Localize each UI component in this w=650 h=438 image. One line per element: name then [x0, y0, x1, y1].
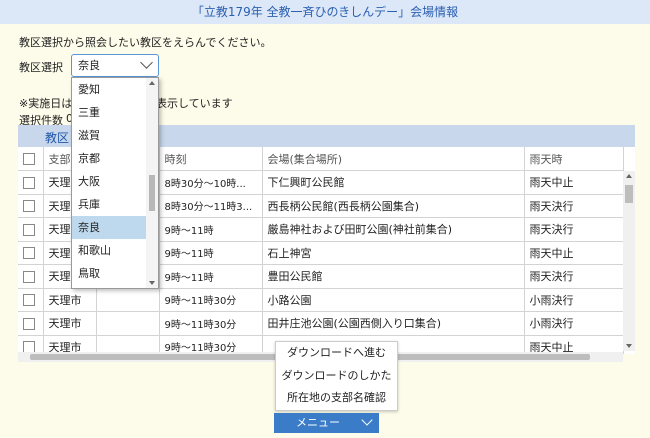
scroll-down-arrow-icon[interactable]	[149, 281, 155, 285]
district-select-value: 奈良	[78, 59, 100, 72]
cell-venue: 小路公園	[262, 288, 525, 312]
menu-button[interactable]: メニュー	[274, 413, 379, 433]
row-checkbox-cell[interactable]	[18, 217, 44, 242]
instruction-text: 教区選択から照会したい教区をえらんでください。	[19, 36, 272, 49]
dropdown-option-shiga[interactable]: 滋賀	[72, 124, 146, 147]
cell-rain: 小雨決行	[524, 288, 624, 312]
row-checkbox-cell[interactable]	[18, 288, 44, 312]
cell-time: 9時～11時	[159, 241, 263, 265]
row-checkbox[interactable]	[23, 176, 35, 189]
dropdown-option-mie[interactable]: 三重	[72, 101, 146, 124]
dropdown-scrollbar[interactable]	[146, 78, 158, 288]
row-checkbox[interactable]	[23, 270, 35, 283]
cell-blank	[96, 311, 160, 336]
table-row[interactable]: 天理市 9時～11時30分 小路公園 小雨決行	[18, 288, 624, 312]
row-checkbox-cell[interactable]	[18, 170, 44, 195]
row-checkbox-cell[interactable]	[18, 311, 44, 336]
menu-panel: ダウンロードへ進む ダウンロードのしかた 所在地の支部名確認	[275, 341, 398, 411]
cell-rain: 雨天決行	[524, 194, 624, 218]
menu-item-download-guide[interactable]: ダウンロードのしかた	[276, 365, 397, 388]
cell-rain: 雨天中止	[524, 241, 624, 265]
cell-time: 9時～11時	[159, 217, 263, 242]
cell-time: 9時～11時	[159, 264, 263, 289]
dropdown-option-osaka[interactable]: 大阪	[72, 170, 146, 193]
district-select-label: 教区選択	[19, 61, 63, 74]
row-checkbox[interactable]	[23, 294, 35, 307]
column-header-rain: 雨天時	[524, 147, 624, 171]
cell-time: 8時30分～11時3...	[159, 194, 263, 218]
row-checkbox[interactable]	[23, 247, 35, 260]
dropdown-option-tottori[interactable]: 鳥取	[72, 262, 146, 285]
menu-button-label: メニュー	[296, 416, 340, 429]
cell-rain: 小雨決行	[524, 311, 624, 336]
select-all-checkbox[interactable]	[23, 153, 35, 165]
scrollbar-thumb[interactable]	[149, 175, 155, 211]
cell-venue: 石上神宮	[262, 241, 525, 265]
dropdown-option-hyogo[interactable]: 兵庫	[72, 193, 146, 216]
note-text-end: 表示しています	[156, 97, 233, 110]
dropdown-option-aichi[interactable]: 愛知	[72, 78, 146, 101]
cell-branch: 天理市	[43, 311, 97, 336]
district-tab-label: 教区	[45, 131, 70, 145]
district-dropdown-list[interactable]: 愛知 三重 滋賀 京都 大阪 兵庫 奈良 和歌山 鳥取	[71, 77, 159, 289]
cell-venue: 下仁興町公民館	[262, 170, 525, 195]
column-header-venue: 会場(集合場所)	[262, 147, 525, 171]
chevron-down-icon	[140, 56, 153, 69]
dropdown-option-nara[interactable]: 奈良	[72, 216, 146, 239]
page-title: 「立教179年 全教一斉ひのきしんデー」会場情報	[191, 5, 459, 19]
scroll-down-arrow-icon[interactable]	[626, 344, 632, 348]
cell-time: 9時～11時30分	[159, 311, 263, 336]
cell-branch: 天理市	[43, 288, 97, 312]
note-text-start: ※実施日は	[19, 97, 73, 110]
table-vertical-scrollbar[interactable]	[623, 171, 635, 351]
select-all-checkbox-cell[interactable]	[18, 147, 44, 171]
row-checkbox[interactable]	[23, 200, 35, 213]
menu-item-branch-lookup[interactable]: 所在地の支部名確認	[276, 387, 397, 410]
cell-venue: 厳島神社および田町公園(神社前集合)	[262, 217, 525, 242]
cell-blank	[96, 288, 160, 312]
page-header: 「立教179年 全教一斉ひのきしんデー」会場情報	[0, 0, 650, 24]
scroll-up-arrow-icon[interactable]	[149, 81, 155, 85]
scroll-up-arrow-icon[interactable]	[626, 174, 632, 178]
cell-rain: 雨天中止	[524, 170, 624, 195]
column-header-time: 時刻	[159, 147, 263, 171]
scrollbar-thumb[interactable]	[625, 185, 633, 203]
chevron-down-icon	[361, 414, 373, 426]
cell-time: 9時～11時30分	[159, 288, 263, 312]
cell-time: 8時30分～10時...	[159, 170, 263, 195]
dropdown-option-kyoto[interactable]: 京都	[72, 147, 146, 170]
row-checkbox[interactable]	[23, 317, 35, 330]
row-checkbox-cell[interactable]	[18, 264, 44, 289]
dropdown-option-wakayama[interactable]: 和歌山	[72, 239, 146, 262]
cell-venue: 田井庄池公園(公園西側入り口集合)	[262, 311, 525, 336]
cell-rain: 雨天決行	[524, 217, 624, 242]
menu-item-download[interactable]: ダウンロードへ進む	[276, 342, 397, 365]
district-select[interactable]: 奈良	[71, 54, 159, 77]
row-checkbox[interactable]	[23, 223, 35, 236]
cell-rain: 雨天決行	[524, 264, 624, 289]
row-checkbox-cell[interactable]	[18, 241, 44, 265]
cell-venue: 豊田公民館	[262, 264, 525, 289]
table-row[interactable]: 天理市 9時～11時30分 田井庄池公園(公園西側入り口集合) 小雨決行	[18, 311, 624, 336]
row-checkbox-cell[interactable]	[18, 194, 44, 218]
cell-venue: 西長柄公民館(西長柄公園集合)	[262, 194, 525, 218]
